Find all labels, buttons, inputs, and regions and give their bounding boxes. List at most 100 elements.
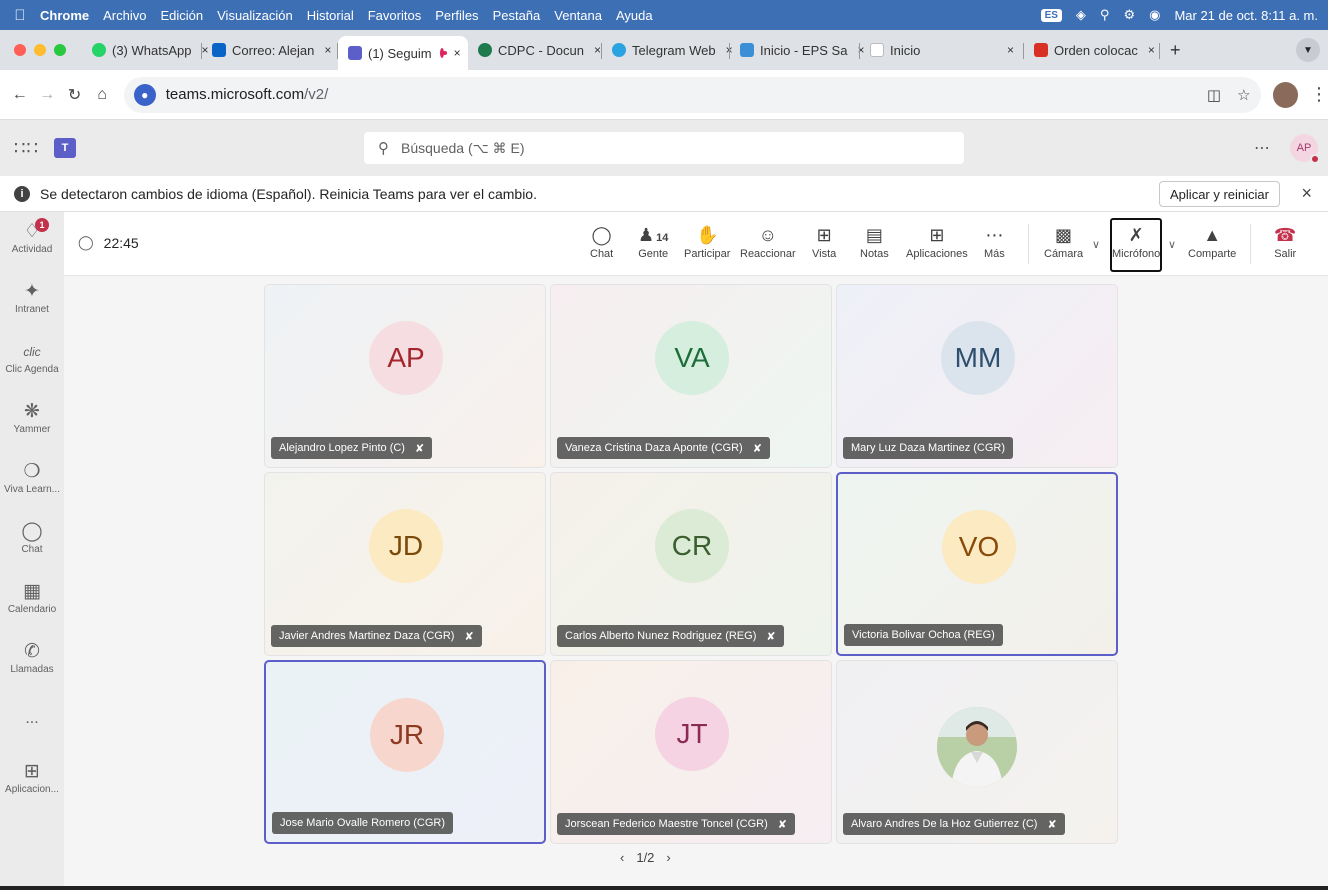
- siri-icon[interactable]: ◉: [1149, 7, 1160, 23]
- browser-tab-whatsapp[interactable]: (3) WhatsApp ×: [82, 35, 209, 65]
- raise-hand-button[interactable]: ✋ Participar: [684, 222, 730, 260]
- rail-label: Viva Learn...: [4, 484, 60, 495]
- apps-button[interactable]: ⊞ Aplicaciones: [906, 222, 968, 260]
- menu-favoritos[interactable]: Favoritos: [368, 8, 421, 23]
- camera-button[interactable]: ▩ Cámara: [1044, 222, 1083, 260]
- rail-more-button[interactable]: ...: [0, 710, 64, 728]
- menu-pestana[interactable]: Pestaña: [493, 8, 541, 23]
- address-bar[interactable]: ● teams.microsoft.com/v2/ ◫ ☆: [123, 76, 1261, 113]
- browser-tab-telegram[interactable]: Telegram Web ×: [602, 35, 733, 65]
- home-icon[interactable]: ⌂: [88, 86, 115, 104]
- app-launcher-icon[interactable]: ∷∷: [14, 138, 54, 159]
- menu-ayuda[interactable]: Ayuda: [616, 8, 653, 23]
- presence-busy-icon: [1310, 154, 1320, 164]
- wifi-icon[interactable]: ◈: [1076, 7, 1086, 23]
- rail-item-yammer[interactable]: ❋ Yammer: [0, 400, 64, 435]
- tab-title: Orden colocac: [1054, 42, 1138, 58]
- mic-options-chevron-icon[interactable]: ∨: [1168, 238, 1176, 251]
- participant-tile[interactable]: VO Victoria Bolivar Ochoa (REG): [836, 472, 1118, 656]
- spotlight-icon[interactable]: ⚲: [1100, 7, 1110, 23]
- forward-arrow-icon[interactable]: →: [33, 86, 60, 104]
- close-tab-icon[interactable]: ×: [1007, 43, 1014, 57]
- rail-item-calls[interactable]: ✆ Llamadas: [0, 640, 64, 675]
- tab-title: (3) WhatsApp: [112, 42, 192, 58]
- prev-page-button[interactable]: ‹: [620, 850, 624, 865]
- browser-tab-teams[interactable]: (1) Seguim ×: [338, 36, 468, 70]
- my-avatar[interactable]: AP: [1290, 134, 1320, 164]
- apply-restart-button[interactable]: Aplicar y reiniciar: [1159, 181, 1280, 207]
- participant-name-label: Javier Andres Martinez Daza (CGR) ✘: [271, 625, 482, 647]
- more-button[interactable]: ⋯ Más: [984, 222, 1005, 260]
- mic-button[interactable]: ✗ Micrófono: [1112, 222, 1160, 260]
- browser-tab-eps[interactable]: Inicio - EPS Sa ×: [730, 35, 864, 65]
- participant-tile[interactable]: AP Alejandro Lopez Pinto (C) ✘: [264, 284, 546, 468]
- participant-tile[interactable]: MM Mary Luz Daza Martinez (CGR): [836, 284, 1118, 468]
- rail-item-intranet[interactable]: ✦ Intranet: [0, 280, 64, 315]
- browser-menu-icon[interactable]: ⋮: [1310, 84, 1328, 105]
- cast-icon[interactable]: ◫: [1207, 86, 1221, 104]
- bookmark-star-icon[interactable]: ☆: [1237, 86, 1250, 104]
- close-tab-icon[interactable]: ×: [454, 46, 461, 60]
- participant-tile[interactable]: Alvaro Andres De la Hoz Gutierrez (C) ✘: [836, 660, 1118, 844]
- hand-icon: ✋: [696, 225, 719, 245]
- rail-item-viva[interactable]: ❍ Viva Learn...: [0, 460, 64, 495]
- mic-muted-icon: ✘: [766, 630, 776, 643]
- menubar-datetime[interactable]: Mar 21 de oct. 8:11 a. m.: [1174, 8, 1318, 23]
- close-window-button[interactable]: [14, 44, 26, 56]
- rail-label: Calendario: [7, 604, 57, 615]
- control-center-icon[interactable]: ⚙: [1123, 7, 1135, 23]
- participant-name: Jorscean Federico Maestre Toncel (CGR): [565, 818, 768, 830]
- new-tab-button[interactable]: +: [1160, 40, 1191, 61]
- site-info-icon[interactable]: ●: [133, 83, 156, 106]
- view-button[interactable]: ⊞ Vista: [812, 222, 836, 260]
- zoom-window-button[interactable]: [54, 44, 66, 56]
- document-site-icon: [478, 43, 492, 57]
- camera-options-chevron-icon[interactable]: ∨: [1092, 238, 1100, 251]
- notes-button[interactable]: ▤ Notas: [860, 222, 889, 260]
- browser-tab-orden[interactable]: Orden colocac ×: [1024, 35, 1160, 65]
- back-arrow-icon[interactable]: ←: [6, 86, 33, 104]
- menu-chrome[interactable]: Chrome: [40, 8, 89, 23]
- rail-item-clic-agenda[interactable]: clic Clic Agenda: [0, 340, 64, 375]
- apple-icon[interactable]: : [0, 7, 40, 24]
- rail-item-activity[interactable]: ♢ 1 Actividad: [0, 218, 64, 255]
- share-button[interactable]: ▲ Comparte: [1188, 222, 1236, 260]
- rail-item-apps[interactable]: ⊞ Aplicacion...: [0, 760, 64, 795]
- recording-icon: [439, 48, 447, 58]
- browser-profile-avatar[interactable]: [1272, 81, 1299, 108]
- browser-tab-inicio[interactable]: Inicio ×: [860, 35, 1024, 65]
- close-tab-icon[interactable]: ×: [594, 43, 601, 57]
- browser-tab-correo[interactable]: Correo: Alejan ×: [202, 35, 338, 65]
- tab-search-chevron-icon[interactable]: ▼: [1296, 38, 1320, 62]
- rail-item-chat[interactable]: ◯ Chat: [0, 520, 64, 555]
- close-tab-icon[interactable]: ×: [324, 43, 331, 57]
- chat-button[interactable]: ◯ Chat: [590, 222, 613, 260]
- shield-icon: ◯: [78, 234, 94, 250]
- leave-button[interactable]: ☎ Salir: [1274, 222, 1296, 260]
- participant-tile[interactable]: CR Carlos Alberto Nunez Rodriguez (REG) ✘: [550, 472, 832, 656]
- input-source-icon[interactable]: ES: [1040, 8, 1062, 22]
- close-tab-icon[interactable]: ×: [1148, 43, 1155, 57]
- menu-ventana[interactable]: Ventana: [554, 8, 602, 23]
- next-page-button[interactable]: ›: [666, 850, 670, 865]
- menu-archivo[interactable]: Archivo: [103, 8, 146, 23]
- menu-edicion[interactable]: Edición: [160, 8, 203, 23]
- participant-tile[interactable]: JD Javier Andres Martinez Daza (CGR) ✘: [264, 472, 546, 656]
- browser-tab-cdpc[interactable]: CDPC - Docun ×: [468, 35, 602, 65]
- info-icon: i: [14, 185, 30, 202]
- reload-icon[interactable]: ↻: [61, 85, 88, 105]
- menu-perfiles[interactable]: Perfiles: [435, 8, 478, 23]
- rail-item-calendar[interactable]: ▦ Calendario: [0, 580, 64, 615]
- participant-tile[interactable]: JT Jorscean Federico Maestre Toncel (CGR)…: [550, 660, 832, 844]
- menu-visualizacion[interactable]: Visualización: [217, 8, 293, 23]
- close-icon[interactable]: ×: [1301, 183, 1312, 204]
- people-button[interactable]: ♟ 14 Gente: [638, 222, 668, 260]
- settings-more-icon[interactable]: ⋯: [1254, 138, 1270, 158]
- minimize-window-button[interactable]: [34, 44, 46, 56]
- react-button[interactable]: ☺ Reaccionar: [740, 222, 796, 260]
- teams-logo-icon: T: [54, 138, 76, 158]
- search-input[interactable]: ⚲ Búsqueda (⌥ ⌘ E): [364, 132, 964, 164]
- menu-historial[interactable]: Historial: [307, 8, 354, 23]
- participant-tile[interactable]: JR Jose Mario Ovalle Romero (CGR): [264, 660, 546, 844]
- participant-tile[interactable]: VA Vaneza Cristina Daza Aponte (CGR) ✘: [550, 284, 832, 468]
